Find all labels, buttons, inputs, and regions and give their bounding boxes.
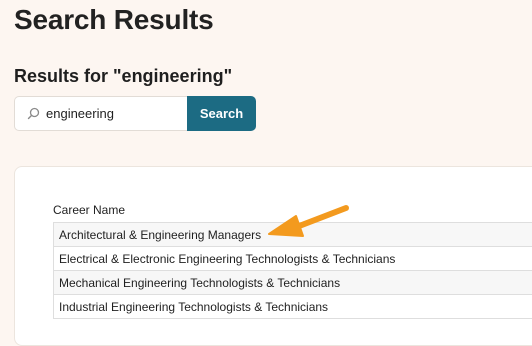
column-header-career-name: Career Name	[53, 203, 126, 217]
career-row[interactable]: Architectural & Engineering Managers	[53, 223, 532, 247]
results-heading: Results for "engineering"	[14, 66, 233, 86]
career-row[interactable]: Mechanical Engineering Technologists & T…	[53, 271, 532, 295]
career-list: Architectural & Engineering Managers Ele…	[53, 222, 532, 319]
career-row[interactable]: Industrial Engineering Technologists & T…	[53, 295, 532, 319]
career-row[interactable]: Electrical & Electronic Engineering Tech…	[53, 247, 532, 271]
search-box[interactable]	[14, 96, 187, 131]
search-button[interactable]: Search	[187, 96, 256, 131]
results-card: Career Name Architectural & Engineering …	[14, 166, 532, 346]
page-title: Search Results	[14, 4, 214, 35]
search-input[interactable]	[46, 106, 181, 121]
search-icon	[25, 106, 41, 122]
